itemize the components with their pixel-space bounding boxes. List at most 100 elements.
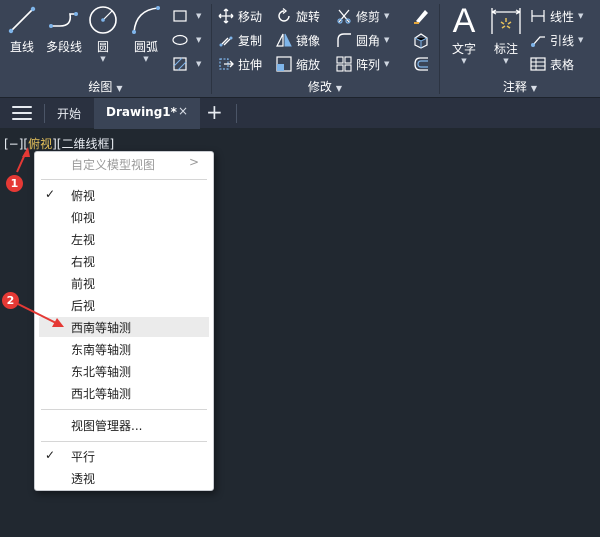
- arc-dropdown-icon[interactable]: ▼: [128, 55, 164, 63]
- leader-label: 引线: [550, 33, 575, 48]
- polyline-button[interactable]: 多段线: [44, 4, 84, 55]
- ellipse-icon: [172, 34, 188, 46]
- menu-item-perspective[interactable]: 透视: [35, 468, 213, 488]
- tab-drawing1-title: Drawing1*: [106, 105, 177, 119]
- move-button[interactable]: 移动: [218, 5, 262, 27]
- rotate-label: 旋转: [296, 9, 321, 24]
- rotate-icon: [278, 8, 290, 22]
- polyline-icon: [49, 12, 78, 28]
- linear-button[interactable]: 线性 ▼: [530, 5, 583, 27]
- line-icon: [8, 6, 36, 34]
- stretch-button[interactable]: 拉伸: [218, 53, 262, 75]
- line-button[interactable]: 直线: [4, 4, 40, 55]
- array-dropdown-icon[interactable]: ▼: [384, 60, 389, 68]
- hatch-dropdown-icon[interactable]: ▼: [196, 60, 201, 68]
- menu-separator: [41, 441, 207, 442]
- hatch-button[interactable]: ▼: [172, 53, 201, 75]
- tab-divider: [44, 104, 45, 123]
- menu-item-front[interactable]: 前视: [35, 273, 213, 293]
- tab-drawing1[interactable]: Drawing1* ×: [94, 98, 200, 129]
- dimension-button[interactable]: 标注 ▼: [488, 4, 524, 65]
- linear-dimension-icon: [531, 10, 545, 22]
- parallel-label: 平行: [71, 450, 96, 464]
- menu-separator: [41, 179, 207, 180]
- rotate-button[interactable]: 旋转: [276, 5, 320, 27]
- checkmark-icon: ✓: [45, 448, 56, 462]
- array-button[interactable]: 阵列 ▼: [336, 53, 389, 75]
- circle-dropdown-icon[interactable]: ▼: [86, 55, 120, 63]
- checkmark-icon: ✓: [45, 187, 56, 201]
- rectangle-icon: [173, 10, 187, 22]
- menu-item-label: 仰视: [71, 211, 96, 225]
- menu-item-nw-isometric[interactable]: 西北等轴测: [35, 383, 213, 403]
- rectangle-button[interactable]: ▼: [172, 5, 201, 27]
- step1-badge: 1: [6, 175, 23, 192]
- menu-item-sw-isometric[interactable]: 西南等轴测: [39, 317, 209, 337]
- copy-button[interactable]: 复制: [218, 29, 262, 51]
- circle-label: 圆: [96, 40, 109, 54]
- draw-panel-title[interactable]: 绘图 ▼: [0, 78, 211, 97]
- mirror-button[interactable]: 镜像: [276, 29, 320, 51]
- linear-dropdown-icon[interactable]: ▼: [578, 12, 583, 20]
- eraser-icon: [414, 10, 428, 24]
- hatch-icon: [173, 57, 187, 71]
- menu-item-bottom[interactable]: 仰视: [35, 207, 213, 227]
- text-dropdown-icon[interactable]: ▼: [446, 57, 482, 65]
- leader-dropdown-icon[interactable]: ▼: [578, 36, 583, 44]
- hamburger-menu-icon[interactable]: [12, 106, 32, 120]
- copy-label: 复制: [238, 33, 263, 48]
- tab-start[interactable]: 开始: [57, 105, 81, 122]
- erase-button[interactable]: [412, 5, 434, 27]
- dimension-dropdown-icon[interactable]: ▼: [488, 57, 524, 65]
- step2-badge: 2: [2, 292, 19, 309]
- trim-dropdown-icon[interactable]: ▼: [384, 12, 389, 20]
- menu-item-top[interactable]: ✓ 俯视: [35, 185, 213, 205]
- arc-button[interactable]: 圆弧 ▼: [128, 4, 164, 63]
- viewport-control-bracket[interactable]: [−][: [4, 137, 28, 151]
- fillet-dropdown-icon[interactable]: ▼: [384, 36, 389, 44]
- annotation-panel-title-text: 注释: [502, 80, 527, 94]
- menu-item-left[interactable]: 左视: [35, 229, 213, 249]
- menu-item-right[interactable]: 右视: [35, 251, 213, 271]
- move-icon: [218, 8, 234, 24]
- close-tab-icon[interactable]: ×: [178, 104, 188, 118]
- step1-arrow: [16, 151, 27, 173]
- rectangle-dropdown-icon[interactable]: ▼: [196, 12, 201, 20]
- visual-style-control[interactable]: ][二维线框]: [52, 137, 114, 151]
- ellipse-button[interactable]: ▼: [172, 29, 201, 51]
- menu-item-label: 东南等轴测: [71, 343, 132, 357]
- menu-item-label: 西北等轴测: [71, 387, 132, 401]
- leader-icon: [531, 36, 545, 47]
- circle-button[interactable]: 圆 ▼: [86, 4, 120, 63]
- offset-button[interactable]: [412, 53, 434, 75]
- view-context-menu: 自定义模型视图 > ✓ 俯视 仰视 左视 右视 前视 后视 西南等轴测 东南等轴…: [34, 151, 214, 491]
- menu-item-parallel[interactable]: ✓ 平行: [35, 446, 213, 466]
- draw-panel: 直线 多段线 圆 ▼ 圆弧 ▼ ▼ ▼ ▼ 绘图 ▼: [0, 0, 211, 97]
- modify-panel-title[interactable]: 修改 ▼: [212, 78, 438, 97]
- modify-panel-expand-icon: ▼: [335, 84, 343, 93]
- mirror-label: 镜像: [296, 33, 321, 48]
- new-tab-plus-icon[interactable]: +: [206, 100, 223, 124]
- menu-item-se-isometric[interactable]: 东南等轴测: [35, 339, 213, 359]
- view-name-control[interactable]: 俯视: [28, 137, 52, 151]
- fillet-button[interactable]: 圆角 ▼: [336, 29, 389, 51]
- menu-item-ne-isometric[interactable]: 东北等轴测: [35, 361, 213, 381]
- text-label: 文字: [451, 42, 476, 56]
- text-button[interactable]: A 文字 ▼: [446, 4, 482, 65]
- arc-label: 圆弧: [133, 40, 158, 54]
- line-label: 直线: [9, 40, 34, 54]
- trim-button[interactable]: 修剪 ▼: [336, 5, 389, 27]
- table-button[interactable]: 表格: [530, 53, 574, 75]
- menu-item-back[interactable]: 后视: [35, 295, 213, 315]
- stretch-label: 拉伸: [238, 57, 263, 72]
- explode-button[interactable]: [412, 29, 434, 51]
- annotation-panel-title[interactable]: 注释 ▼: [440, 78, 600, 97]
- ellipse-dropdown-icon[interactable]: ▼: [196, 36, 201, 44]
- annotation-panel-expand-icon: ▼: [530, 84, 538, 93]
- leader-button[interactable]: 引线 ▼: [530, 29, 583, 51]
- draw-panel-title-text: 绘图: [88, 80, 113, 94]
- menu-item-view-manager[interactable]: 视图管理器...: [35, 415, 213, 435]
- menu-item-custom-model-views[interactable]: 自定义模型视图 >: [35, 154, 213, 174]
- arc-icon: [132, 6, 160, 34]
- scale-button[interactable]: 缩放: [276, 53, 320, 75]
